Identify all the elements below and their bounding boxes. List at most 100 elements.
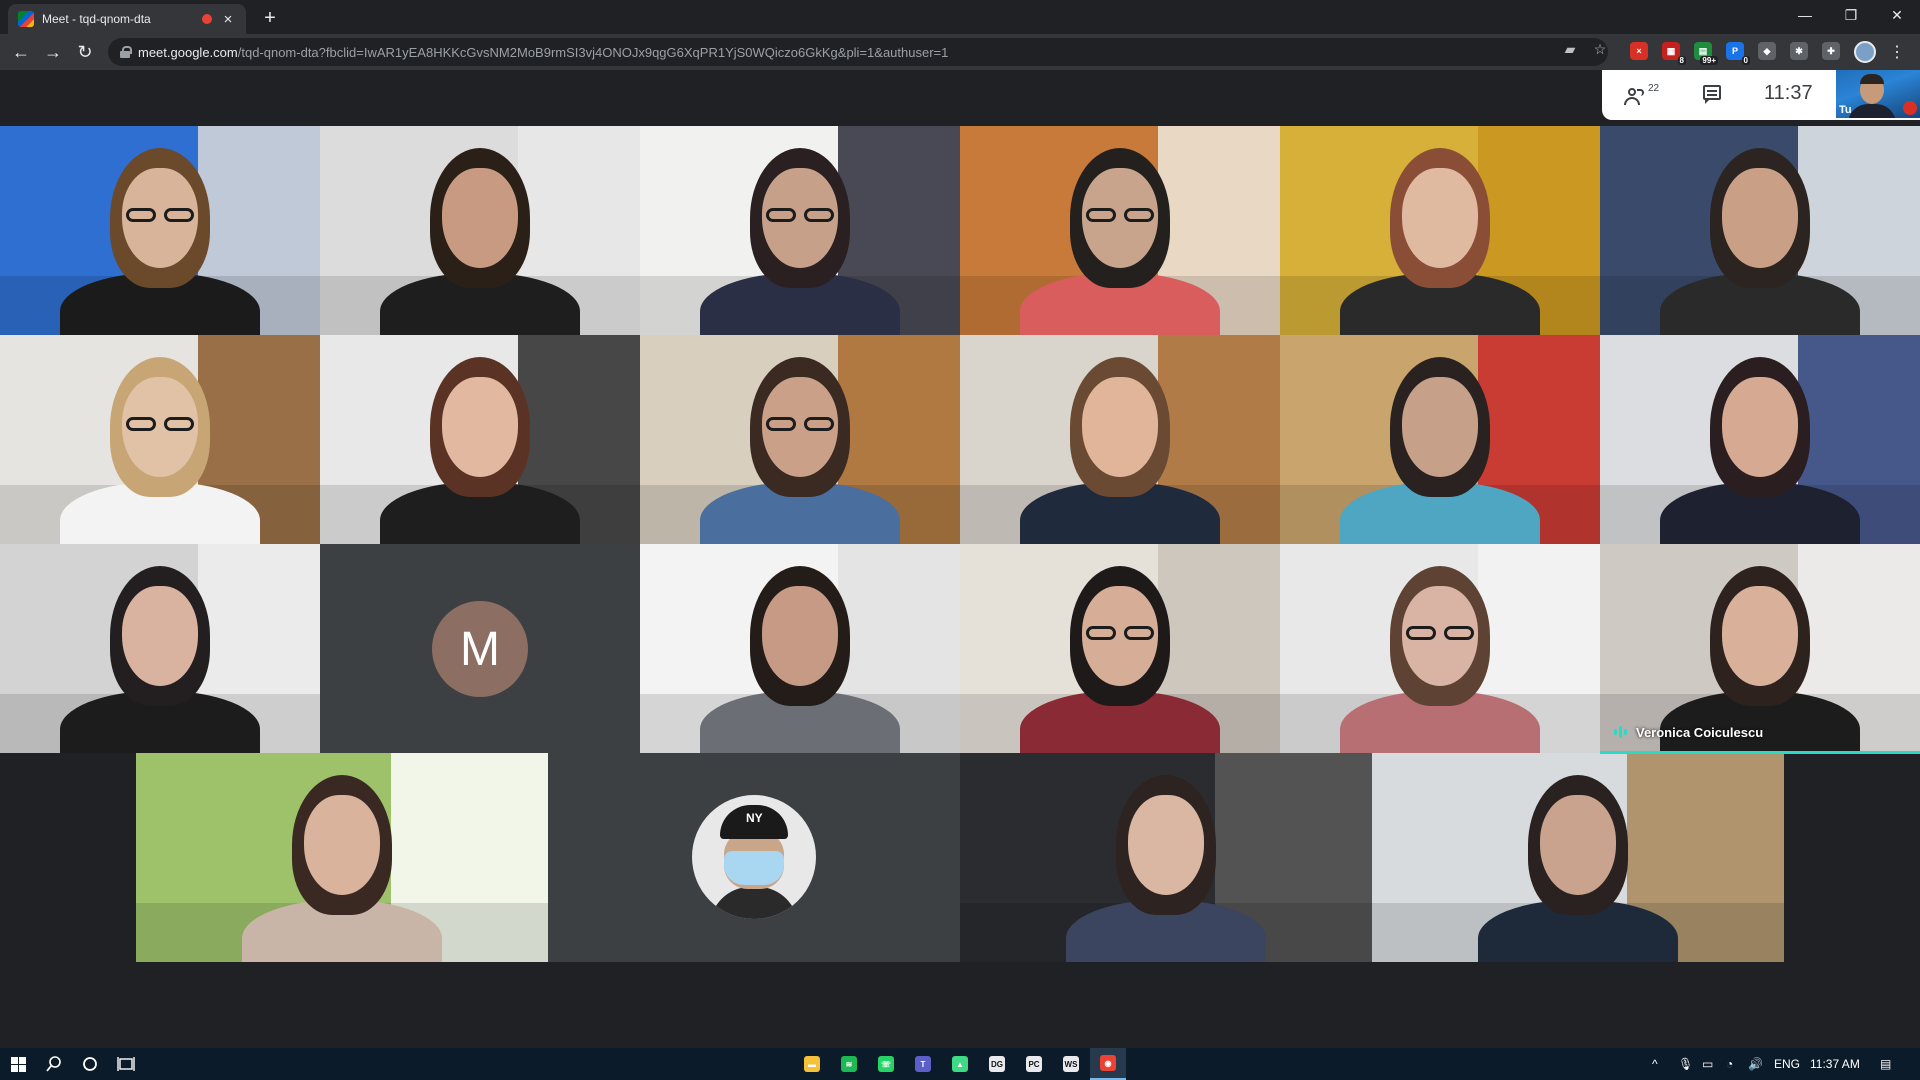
input-language[interactable]: ENG bbox=[1774, 1048, 1800, 1080]
participant-video-tile[interactable] bbox=[0, 335, 320, 544]
taskbar-app-dg[interactable]: DG bbox=[979, 1048, 1015, 1080]
camera-in-use-icon[interactable]: ▰ bbox=[1560, 39, 1580, 59]
browser-tab-strip: Meet - tqd-qnom-dta × + — ❐ ✕ bbox=[0, 0, 1920, 34]
participant-video-tile[interactable] bbox=[0, 126, 320, 335]
ext-blue-icon[interactable]: P0 bbox=[1726, 42, 1750, 65]
back-button[interactable]: ← bbox=[9, 40, 33, 64]
active-speaker-highlight bbox=[1600, 751, 1920, 754]
chat-button[interactable] bbox=[1702, 84, 1724, 104]
window-minimize-button[interactable]: — bbox=[1782, 0, 1828, 30]
participant-video-tile[interactable] bbox=[1372, 753, 1784, 962]
bookmark-star-icon[interactable]: ☆ bbox=[1590, 39, 1610, 59]
cortana-button[interactable] bbox=[72, 1048, 108, 1080]
participant-video-tile[interactable] bbox=[1600, 335, 1920, 544]
participant-video-tile[interactable] bbox=[0, 544, 320, 753]
taskbar-spotify[interactable]: ≋ bbox=[831, 1048, 867, 1080]
profile-avatar[interactable] bbox=[1854, 41, 1876, 63]
participant-video-tile[interactable] bbox=[320, 335, 640, 544]
participant-video-tile[interactable] bbox=[1600, 126, 1920, 335]
ext-red-x-icon[interactable]: × bbox=[1630, 42, 1648, 60]
wifi-icon[interactable]: ◔ bbox=[1726, 1048, 1733, 1080]
address-bar[interactable]: meet.google.com/tqd-qnom-dta?fbclid=IwAR… bbox=[108, 38, 1608, 66]
participant-video-tile[interactable] bbox=[320, 126, 640, 335]
tab-title: Meet - tqd-qnom-dta bbox=[42, 12, 151, 26]
mic-muted-icon bbox=[1903, 101, 1917, 115]
taskbar-whatsapp[interactable]: ☏ bbox=[868, 1048, 904, 1080]
ext-green-icon[interactable]: ▤ 99+ bbox=[1694, 42, 1718, 65]
ext-shield-icon[interactable]: ◆ bbox=[1758, 42, 1776, 60]
chrome-icon: ◉ bbox=[1100, 1055, 1116, 1071]
window-restore-button[interactable]: ❐ bbox=[1828, 0, 1874, 30]
browser-toolbar: ← → ↻ meet.google.com/tqd-qnom-dta?fbcli… bbox=[0, 34, 1920, 70]
participants-count: 22 bbox=[1648, 83, 1660, 94]
ext-puzzle-icon[interactable]: ✚ bbox=[1822, 42, 1840, 60]
people-icon: 22 bbox=[1624, 83, 1659, 105]
cortana-icon bbox=[83, 1057, 97, 1071]
taskbar-android-studio[interactable]: ▲ bbox=[942, 1048, 978, 1080]
task-view-button[interactable] bbox=[108, 1048, 144, 1080]
extension-badge: 0 bbox=[1741, 56, 1750, 65]
search-button[interactable] bbox=[36, 1048, 72, 1080]
participant-video-tile[interactable] bbox=[1280, 126, 1600, 335]
reload-button[interactable]: ↻ bbox=[73, 40, 97, 64]
participant-video-tile[interactable] bbox=[1600, 544, 1920, 753]
taskbar-file-explorer[interactable]: ▬ bbox=[794, 1048, 830, 1080]
meet-info-panel: 22 11:37 Tu bbox=[1602, 70, 1920, 120]
participant-video-tile[interactable] bbox=[1280, 335, 1600, 544]
extension-badge: 99+ bbox=[1700, 56, 1718, 65]
meet-favicon-icon bbox=[18, 11, 34, 27]
participant-video-tile[interactable] bbox=[640, 335, 960, 544]
active-speaker-label: Veronica Coiculescu bbox=[1612, 724, 1763, 740]
participant-video-tile[interactable] bbox=[640, 544, 960, 753]
app-ws-icon: WS bbox=[1063, 1056, 1079, 1072]
participant-video-tile[interactable] bbox=[136, 753, 548, 962]
forward-button[interactable]: → bbox=[41, 40, 65, 64]
window-close-button[interactable]: ✕ bbox=[1874, 0, 1920, 30]
participant-video-tile[interactable] bbox=[960, 544, 1280, 753]
ext-calendar-icon[interactable]: ▦ 8 bbox=[1662, 42, 1686, 65]
participant-video-tile[interactable] bbox=[960, 335, 1280, 544]
whatsapp-icon: ☏ bbox=[878, 1056, 894, 1072]
chat-icon bbox=[1703, 85, 1721, 100]
participant-video-tile[interactable] bbox=[960, 126, 1280, 335]
self-view-tile[interactable]: Tu bbox=[1836, 70, 1920, 118]
participant-avatar-photo: NY bbox=[692, 795, 816, 919]
file-explorer-icon: ▬ bbox=[804, 1056, 820, 1072]
url-text: meet.google.com/tqd-qnom-dta?fbclid=IwAR… bbox=[138, 45, 948, 60]
volume-icon[interactable]: 🔊 bbox=[1748, 1048, 1763, 1080]
spotify-icon: ≋ bbox=[841, 1056, 857, 1072]
windows-logo-icon bbox=[10, 1056, 26, 1072]
taskbar-teams[interactable]: T bbox=[905, 1048, 941, 1080]
task-view-icon bbox=[117, 1057, 135, 1071]
meeting-clock: 11:37 bbox=[1764, 82, 1813, 104]
notifications-button[interactable]: ▤ bbox=[1880, 1048, 1891, 1080]
url-path: /tqd-qnom-dta?fbclid=IwAR1yEA8HKKcGvsNM2… bbox=[237, 44, 949, 60]
participants-button[interactable]: 22 bbox=[1624, 83, 1664, 108]
tab-close-button[interactable]: × bbox=[220, 11, 236, 28]
browser-menu-button[interactable]: ⋮ bbox=[1889, 42, 1905, 62]
windows-taskbar: ▬ ≋ ☏ T ▲ DG PC WS ◉ ^ 🎙 ▭ ◔ 🔊 ENG 11:37 AM ▤ bbox=[0, 1048, 1920, 1080]
microphone-tray-icon[interactable]: 🎙 bbox=[1678, 1048, 1693, 1080]
speaking-indicator-icon bbox=[1612, 724, 1628, 740]
start-button[interactable] bbox=[0, 1048, 36, 1080]
system-clock[interactable]: 11:37 AM bbox=[1810, 1048, 1860, 1080]
taskbar-app-ws[interactable]: WS bbox=[1053, 1048, 1089, 1080]
recording-indicator-icon bbox=[202, 14, 212, 24]
lock-icon[interactable] bbox=[120, 46, 132, 58]
tray-overflow-chevron[interactable]: ^ bbox=[1652, 1048, 1658, 1080]
ext-gear-icon[interactable]: ✱ bbox=[1790, 42, 1808, 60]
battery-icon[interactable]: ▭ bbox=[1702, 1048, 1713, 1080]
url-host: meet.google.com bbox=[138, 44, 238, 60]
participant-avatar-initial: M bbox=[432, 601, 528, 697]
app-dg-icon: DG bbox=[989, 1056, 1005, 1072]
participant-video-tile[interactable] bbox=[1280, 544, 1600, 753]
taskbar-chrome[interactable]: ◉ bbox=[1090, 1048, 1126, 1080]
speaker-name: Veronica Coiculescu bbox=[1636, 724, 1764, 740]
android-studio-icon: ▲ bbox=[952, 1056, 968, 1072]
browser-tab-meet[interactable]: Meet - tqd-qnom-dta × bbox=[8, 4, 246, 34]
participant-video-tile[interactable] bbox=[640, 126, 960, 335]
self-view-name: Tu bbox=[1839, 104, 1852, 116]
taskbar-pycharm[interactable]: PC bbox=[1016, 1048, 1052, 1080]
new-tab-button[interactable]: + bbox=[258, 6, 282, 30]
participant-video-tile[interactable] bbox=[960, 753, 1372, 962]
